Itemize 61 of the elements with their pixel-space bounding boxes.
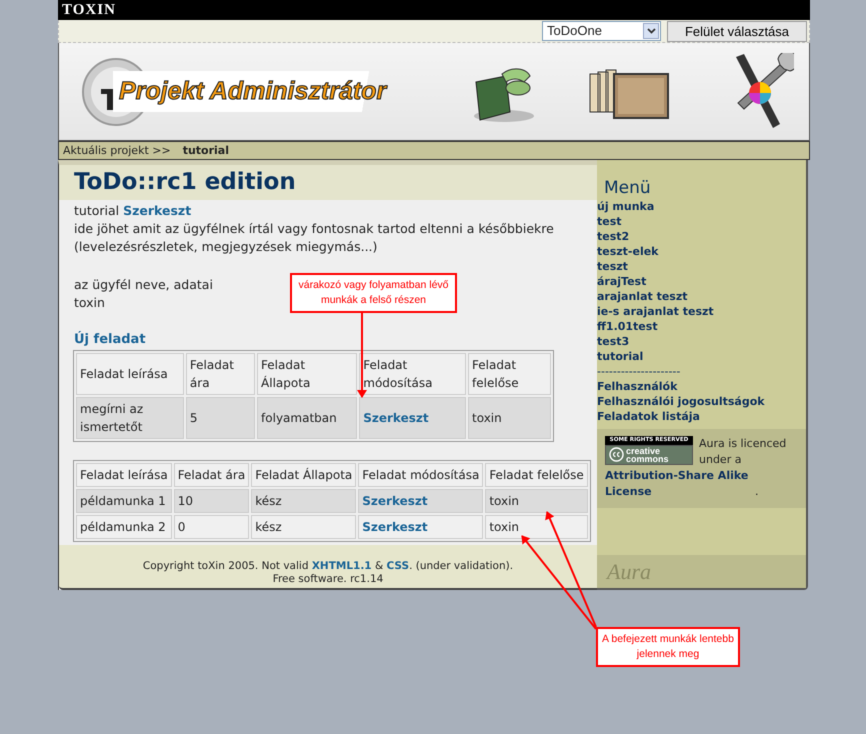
column-header: Feladat leírása: [76, 353, 184, 395]
callout-note: A befejezett munkák lentebb jelennek meg: [596, 627, 740, 667]
menu-heading: Menü: [603, 177, 652, 199]
table-cell: toxin: [485, 489, 588, 513]
license-link[interactable]: Attribution-Share Alike License: [605, 468, 755, 500]
license-link-line: Attribution-Share Alike License .: [605, 468, 760, 500]
table-cell: példamunka 1: [76, 489, 172, 513]
table-cell: 0: [174, 515, 250, 539]
project-link[interactable]: test: [597, 214, 806, 229]
table-cell: toxin: [485, 515, 588, 539]
table-cell: 10: [174, 489, 250, 513]
table-cell: toxin: [468, 397, 551, 439]
brand-title: TOXIN: [58, 0, 810, 20]
cc-icon: [609, 447, 624, 463]
column-header: Feladat módosítása: [359, 353, 466, 395]
breadcrumb-current: tutorial: [182, 143, 229, 159]
column-header: Feladat Állapota: [257, 353, 358, 395]
table-cell: kész: [251, 489, 356, 513]
license-text: Aura is licenced under a: [699, 436, 788, 468]
project-link[interactable]: test3: [597, 334, 806, 349]
copyright-text: Copyright toXin 2005. Not valid XHTML1.1 & CSS. (under validation).: [142, 560, 514, 573]
admin-link[interactable]: Feladatok listája: [597, 409, 806, 424]
column-header: Feladat ára: [186, 353, 256, 395]
section-heading: Új feladat: [74, 331, 147, 349]
breadcrumb-label: Aktuális projekt >>: [63, 143, 171, 159]
validation-link[interactable]: CSS: [386, 560, 410, 572]
project-link[interactable]: arajanlat teszt: [597, 289, 806, 304]
apply-button[interactable]: Felület választása: [667, 20, 807, 42]
table-cell: folyamatban: [257, 397, 358, 439]
column-header: Feladat Állapota: [251, 463, 356, 487]
caret-icon: [643, 23, 659, 39]
client-label: az ügyfél neve, adatai: [74, 276, 213, 294]
project-link[interactable]: teszt: [597, 259, 806, 274]
project-link[interactable]: teszt-elek: [597, 244, 806, 259]
admin-link[interactable]: Felhasználói jogosultságok: [597, 394, 806, 409]
table-cell: 5: [186, 397, 256, 439]
project-name: tutorial: [74, 203, 120, 218]
validation-link[interactable]: XHTML1.1: [312, 560, 372, 572]
project-link[interactable]: új munka: [597, 199, 806, 214]
project-notes: ide jöhet amit az ügyfélnek írtál vagy fontosnak tartod eltenni a későbbiekre (levelezésrészletek, megjegyzések miegymás...): [74, 220, 555, 256]
table-cell: megírni az ismertetőt: [76, 397, 184, 439]
project-link[interactable]: árajTest: [597, 274, 806, 289]
project-link[interactable]: ie-s arajanlat teszt: [597, 304, 806, 319]
theme-dropdown[interactable]: ToDoOne: [542, 21, 661, 41]
version-text: Free software. rc1.14: [272, 573, 384, 586]
project-link[interactable]: ff1.01test: [597, 319, 806, 334]
callout-note: várakozó vagy folyamatban lévő munkák a felső részen: [290, 273, 457, 313]
menu-divider: ---------------------: [597, 364, 682, 379]
table-cell: példamunka 2: [76, 515, 172, 539]
page-title: ToDo::rc1 edition: [59, 165, 597, 200]
project-link[interactable]: tutorial: [597, 349, 806, 364]
project-link[interactable]: test2: [597, 229, 806, 244]
column-header: Feladat ára: [174, 463, 250, 487]
table-cell: kész: [251, 515, 356, 539]
column-header: Feladat leírása: [76, 463, 172, 487]
admin-link[interactable]: Felhasználók: [597, 379, 806, 394]
column-header: Feladat felelőse: [468, 353, 551, 395]
client-name: toxin: [74, 294, 105, 312]
column-header: Feladat módosítása: [358, 463, 484, 487]
edit-link[interactable]: Szerkeszt: [123, 203, 192, 218]
column-header: Feladat felelőse: [485, 463, 588, 487]
